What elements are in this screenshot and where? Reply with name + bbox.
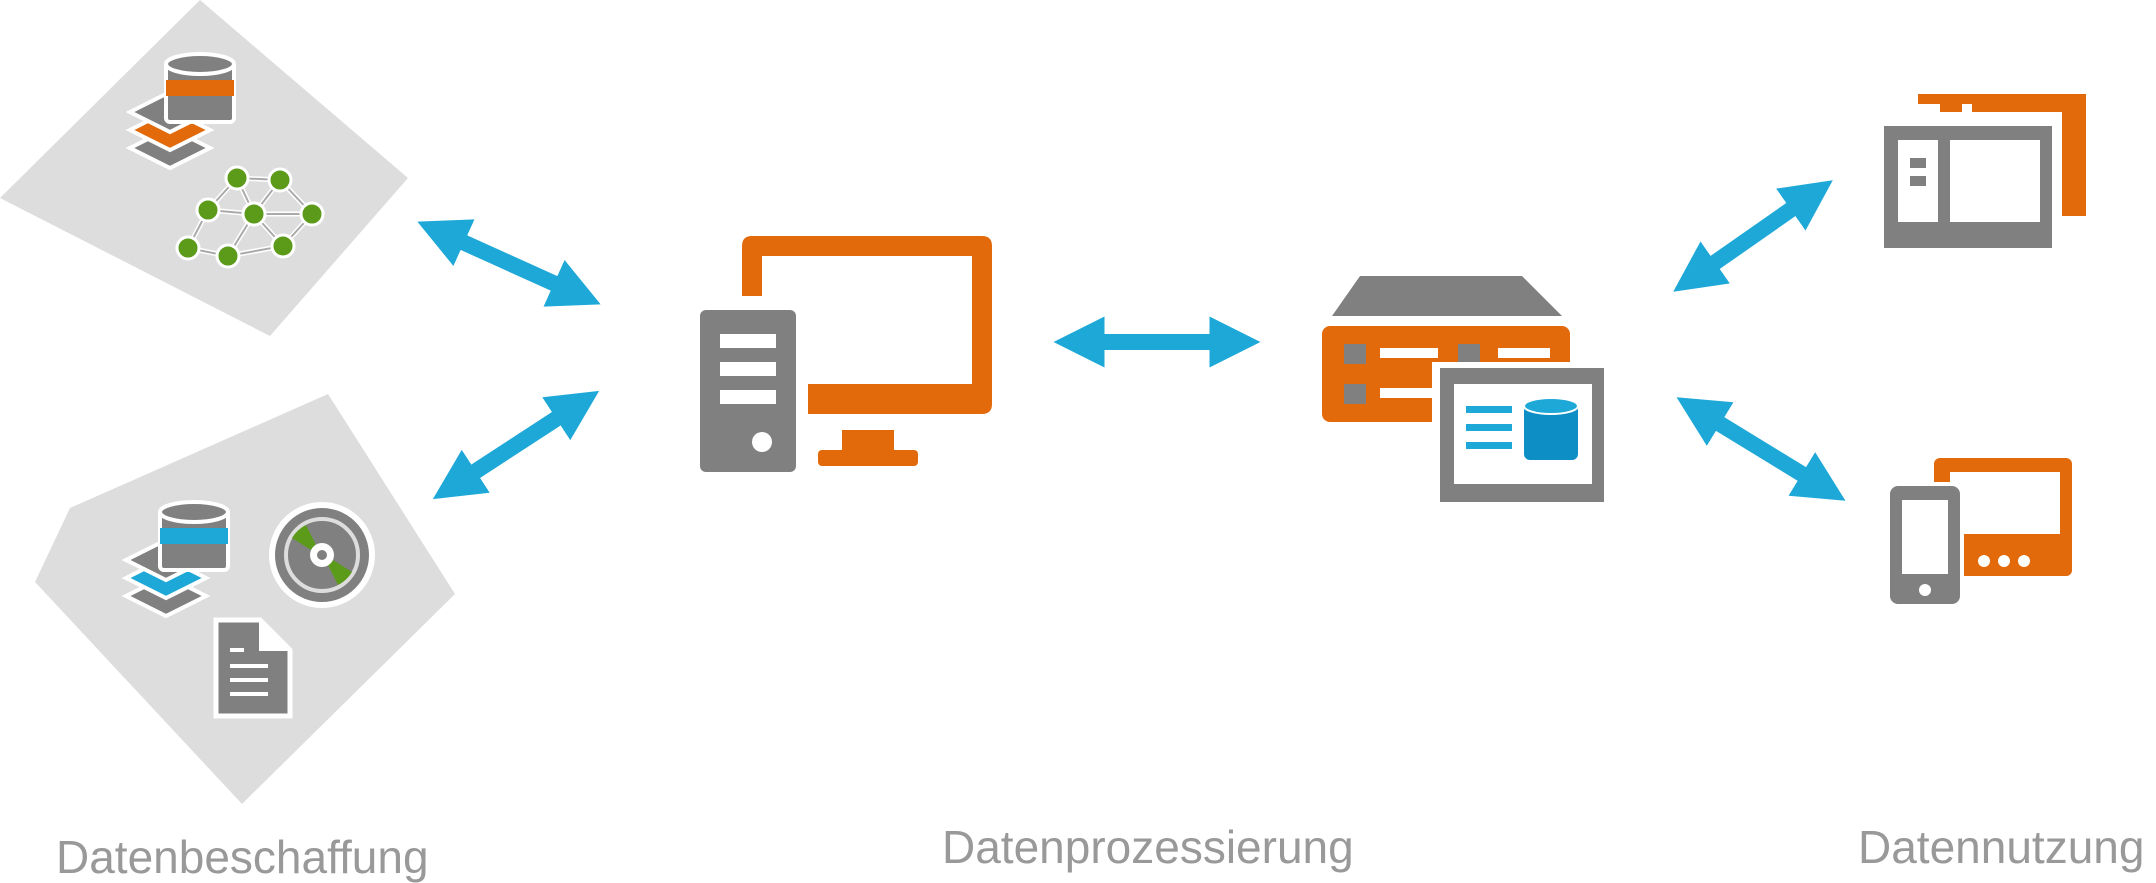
workstation-icon <box>700 236 992 472</box>
tablet-icon <box>1884 94 2086 248</box>
map-sheet-icon <box>0 0 408 336</box>
server-icon <box>1322 276 1606 504</box>
double-arrow-icon <box>1676 397 1846 501</box>
arrows <box>417 180 1846 501</box>
database-icon <box>164 52 236 124</box>
database-icon <box>158 500 230 572</box>
double-arrow-icon <box>432 390 600 500</box>
double-arrow-icon <box>417 219 601 307</box>
stage-label-usage: Datennutzung <box>1858 821 2145 873</box>
workflow-diagram <box>0 0 2086 804</box>
map-sheet-icon <box>35 394 455 804</box>
disc-icon <box>269 502 375 608</box>
acquisition-group <box>0 0 455 804</box>
stage-label-processing: Datenprozessierung <box>942 821 1354 873</box>
stage-label-acquisition: Datenbeschaffung <box>56 831 429 883</box>
mobile-devices-icon <box>1886 458 2072 608</box>
double-arrow-icon <box>1673 180 1833 292</box>
